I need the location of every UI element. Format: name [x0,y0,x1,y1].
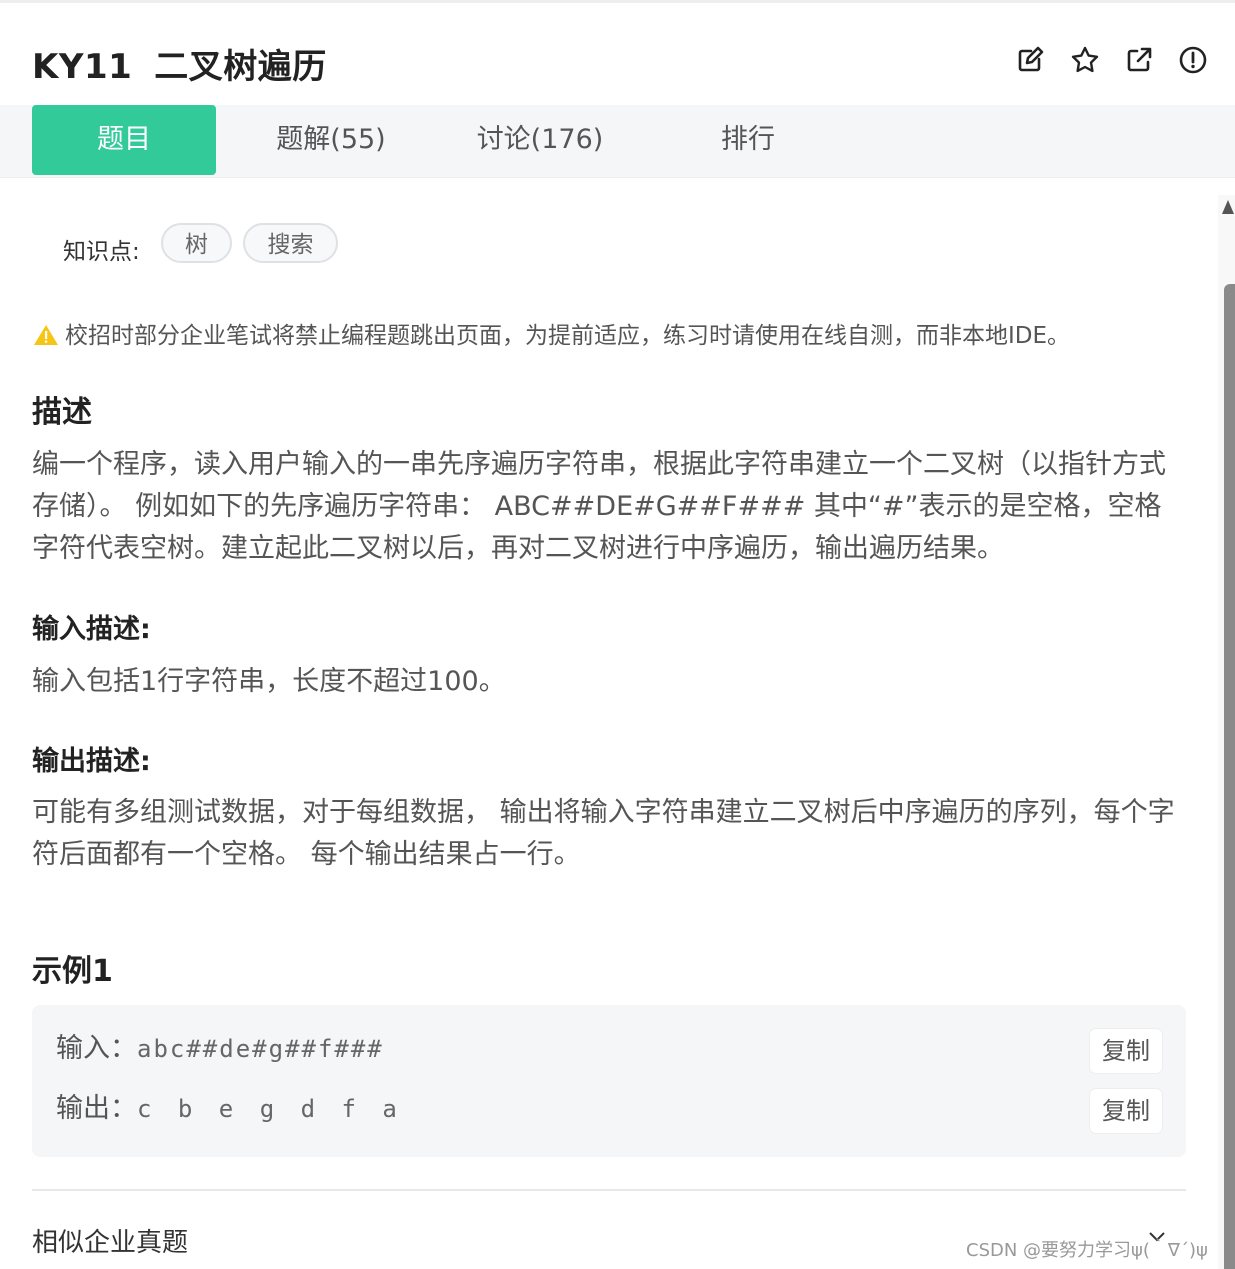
example-output-row: 输出：c b e g d f a [56,1089,399,1129]
knowledge-label: 知识点: [63,239,140,265]
copy-output-button[interactable]: 复制 [1090,1089,1162,1133]
problem-name: 二叉树遍历 [154,47,327,87]
description-heading: 描述 [32,395,92,430]
example-input-row: 输入：abc##de#g##f### [56,1029,384,1069]
problem-header: KY11 二叉树遍历 [0,3,1235,105]
description-text: 编一个程序，读入用户输入的一串先序遍历字符串，根据此字符串建立一个二叉树（以指针… [32,449,1166,564]
tag-search[interactable]: 搜索 [243,223,338,263]
warning-text: 校招时部分企业笔试将禁止编程题跳出页面，为提前适应，练习时请使用在线自测，而非本… [65,323,1071,349]
example-output-label: 输出： [56,1093,137,1124]
warning-icon [33,324,59,346]
tag-tree[interactable]: 树 [161,223,232,263]
input-desc-text: 输入包括1行字符串，长度不超过100。 [32,666,506,697]
tab-ranking[interactable]: 排行 [700,105,796,175]
problem-code: KY11 [32,47,133,87]
tab-bar: 题目 题解(55) 讨论(176) 排行 [0,105,1235,178]
problem-title: KY11 二叉树遍历 [32,39,327,88]
output-desc-heading: 输出描述: [32,746,151,777]
scroll-up-arrow-icon[interactable] [1222,200,1234,214]
warning-notice: 校招时部分企业笔试将禁止编程题跳出页面，为提前适应，练习时请使用在线自测，而非本… [33,316,1070,350]
section-divider [32,1189,1186,1191]
info-icon[interactable] [1177,44,1209,76]
example-input-value: abc##de#g##f### [137,1035,384,1063]
star-icon[interactable] [1069,44,1101,76]
external-link-icon[interactable] [1123,44,1155,76]
copy-input-button[interactable]: 复制 [1090,1029,1162,1073]
input-desc-heading: 输入描述: [32,614,151,645]
problem-content: 知识点: 树 搜索 校招时部分企业笔试将禁止编程题跳出页面，为提前适应，练习时请… [0,178,1218,1269]
tab-discussion[interactable]: 讨论(176) [460,105,620,175]
output-desc-text: 可能有多组测试数据，对于每组数据， 输出将输入字符串建立二叉树后中序遍历的序列，… [32,797,1175,870]
example-heading: 示例1 [32,954,113,989]
tab-solutions[interactable]: 题解(55) [256,105,406,175]
similar-questions-title[interactable]: 相似企业真题 [32,1222,188,1259]
example-input-label: 输入： [56,1033,137,1064]
watermark: CSDN @要努力学习ψ(｀∇´)ψ [966,1240,1208,1261]
scrollbar-thumb[interactable] [1224,284,1235,1269]
tab-problem[interactable]: 题目 [32,105,216,175]
edit-icon[interactable] [1014,44,1046,76]
example-box: 输入：abc##de#g##f### 复制 输出：c b e g d f a 复… [32,1005,1186,1157]
example-output-value: c b e g d f a [137,1095,399,1123]
